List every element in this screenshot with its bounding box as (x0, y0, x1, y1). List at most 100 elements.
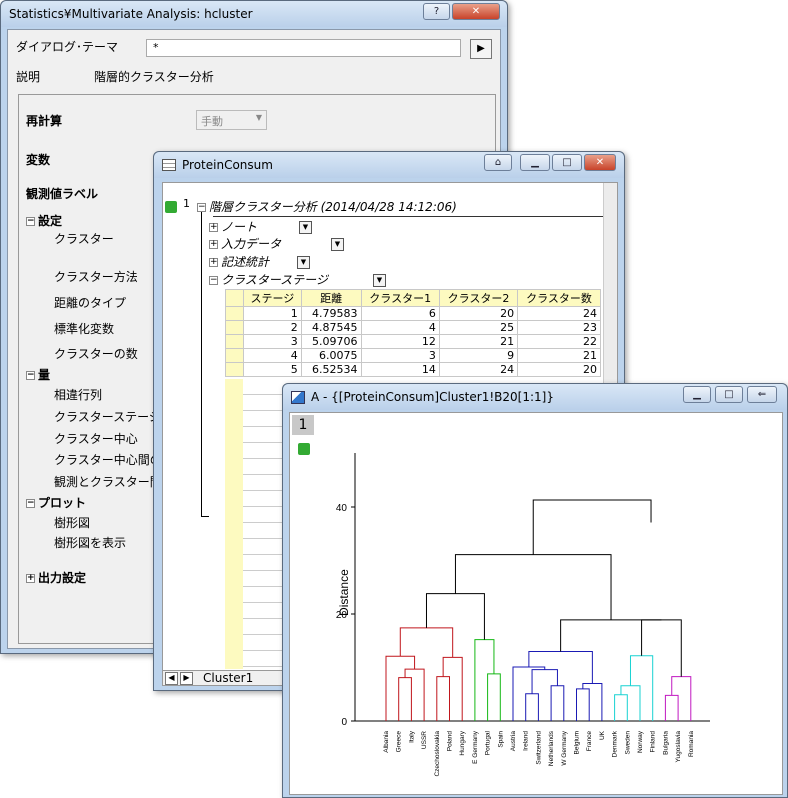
col-header[interactable]: クラスター数 (517, 289, 601, 307)
quantity-group[interactable]: − 量 (26, 366, 50, 383)
row-header[interactable] (225, 348, 244, 363)
row-header[interactable] (225, 320, 244, 335)
col-header[interactable]: ステージ (243, 289, 302, 307)
vars-label: 変数 (26, 153, 51, 167)
restore-button[interactable]: ⇐ (747, 386, 777, 403)
dialog-titlebar[interactable]: Statistics¥Multivariate Analysis: hclust… (1, 1, 507, 27)
node-stages[interactable]: − クラスターステージ (209, 271, 328, 288)
leaf-label: Spain (497, 731, 504, 748)
quantity-item[interactable]: クラスター中心間の (54, 451, 162, 468)
table-cell[interactable]: 3 (360, 348, 440, 363)
node-notes[interactable]: + ノート (209, 218, 257, 235)
output-group[interactable]: + 出力設定 (26, 569, 86, 586)
col-header[interactable]: 距離 (300, 289, 362, 307)
leaf-label: Norway (637, 730, 644, 753)
theme-menu-button[interactable]: ▶ (470, 39, 492, 59)
row-header[interactable] (225, 306, 244, 321)
table-cell[interactable]: 4 (360, 320, 440, 335)
table-cell[interactable]: 5 (243, 362, 302, 377)
quantity-item[interactable]: クラスター中心 (54, 430, 138, 447)
leaf-label: Italy (408, 730, 415, 743)
table-cell[interactable]: 4.79583 (300, 306, 362, 321)
table-cell[interactable]: 12 (360, 334, 440, 349)
table-cell[interactable]: 23 (517, 320, 601, 335)
table-row: 2 4.87545 4 25 23 (225, 320, 601, 335)
tree-guide (201, 209, 209, 517)
graph-titlebar[interactable]: A - {[ProteinConsum]Cluster1!B20[1:1]} ▁… (283, 384, 787, 410)
table-cell[interactable]: 20 (517, 362, 601, 377)
std-label: 標準化変数 (54, 322, 115, 336)
col-header[interactable]: クラスター2 (438, 289, 519, 307)
dendrogram-link (425, 593, 485, 640)
quantity-item[interactable]: 相違行列 (54, 386, 102, 403)
quantity-item[interactable]: クラスターステージ (54, 408, 161, 425)
sheet-tab-cluster1[interactable]: Cluster1 (203, 671, 253, 685)
leaf-label: Ireland (523, 731, 530, 751)
node-dropdown[interactable]: ▼ (331, 238, 344, 251)
table-cell[interactable]: 21 (517, 348, 601, 363)
col-header[interactable]: クラスター1 (360, 289, 440, 307)
recalc-select[interactable]: 手動 ▼ (196, 110, 267, 130)
settings-group[interactable]: − 設定 (26, 212, 62, 229)
workbook-titlebar[interactable]: ProteinConsum ⌂ ▁ □ ✕ (154, 152, 624, 178)
table-cell[interactable]: 22 (517, 334, 601, 349)
table-cell[interactable]: 25 (438, 320, 519, 335)
table-cell[interactable]: 20 (438, 306, 519, 321)
table-cell[interactable]: 6.52534 (300, 362, 362, 377)
scroll-right-icon[interactable]: ▶ (180, 672, 193, 685)
plot-item[interactable]: 樹形図 (54, 514, 90, 531)
table-cell[interactable]: 21 (438, 334, 519, 349)
table-cell[interactable]: 1 (243, 306, 302, 321)
table-cell[interactable]: 24 (517, 306, 601, 321)
workbook-title: ProteinConsum (182, 158, 273, 172)
theme-field[interactable]: * (146, 39, 461, 57)
table-cell[interactable]: 6.0075 (300, 348, 362, 363)
minimize-button[interactable]: ▁ (683, 386, 711, 403)
output-group-label: 出力設定 (38, 571, 87, 585)
dendrogram-link (399, 627, 454, 658)
dendrogram-link (532, 499, 652, 555)
table-cell[interactable]: 2 (243, 320, 302, 335)
num-clusters-label: クラスターの数 (54, 347, 138, 361)
row-header[interactable] (225, 334, 244, 349)
table-cell[interactable]: 9 (438, 348, 519, 363)
dialog-close-button[interactable]: ✕ (452, 3, 500, 20)
plot-group[interactable]: − プロット (26, 494, 86, 511)
table-header: ステージ 距離 クラスター1 クラスター2 クラスター数 (225, 289, 601, 307)
scroll-left-icon[interactable]: ◀ (165, 672, 178, 685)
dendrogram-link (620, 685, 641, 721)
tree-root[interactable]: − 階層クラスター分析 (2014/04/28 14:12:06) (197, 198, 457, 215)
home-button[interactable]: ⌂ (484, 154, 512, 171)
expand-icon: + (209, 222, 218, 232)
maximize-button[interactable]: □ (552, 154, 582, 171)
row-number: 1 (183, 197, 190, 210)
leaf-label: USSR (421, 731, 428, 749)
maximize-button[interactable]: □ (715, 386, 743, 403)
graph-window: A - {[ProteinConsum]Cluster1!B20[1:1]} ▁… (282, 383, 788, 798)
row-header[interactable] (225, 362, 244, 377)
collapse-icon: − (197, 202, 206, 212)
node-dropdown[interactable]: ▼ (299, 221, 312, 234)
table-cell[interactable]: 14 (360, 362, 440, 377)
node-stats[interactable]: + 記述統計 (209, 253, 269, 270)
table-cell[interactable]: 4.87545 (300, 320, 362, 335)
table-cell[interactable]: 4 (243, 348, 302, 363)
node-dropdown[interactable]: ▼ (373, 274, 386, 287)
expand-icon: + (26, 573, 35, 583)
minimize-button[interactable]: ▁ (520, 154, 550, 171)
workbook-close-button[interactable]: ✕ (584, 154, 616, 171)
dendrogram-link (664, 694, 679, 721)
help-button[interactable]: ? (423, 3, 450, 20)
plot-item[interactable]: 樹形図を表示 (54, 534, 126, 551)
leaf-label: Hungary (459, 730, 466, 755)
dendrogram-link (528, 650, 593, 684)
table-cell[interactable]: 3 (243, 334, 302, 349)
table-cell[interactable]: 24 (438, 362, 519, 377)
dendrogram-link (641, 619, 682, 677)
node-dropdown[interactable]: ▼ (297, 256, 310, 269)
table-cell[interactable]: 5.09706 (300, 334, 362, 349)
node-input[interactable]: + 入力データ (209, 235, 281, 252)
table-cell[interactable]: 6 (360, 306, 440, 321)
table-row: 3 5.09706 12 21 22 (225, 334, 601, 349)
node-label: クラスターステージ (221, 273, 328, 287)
